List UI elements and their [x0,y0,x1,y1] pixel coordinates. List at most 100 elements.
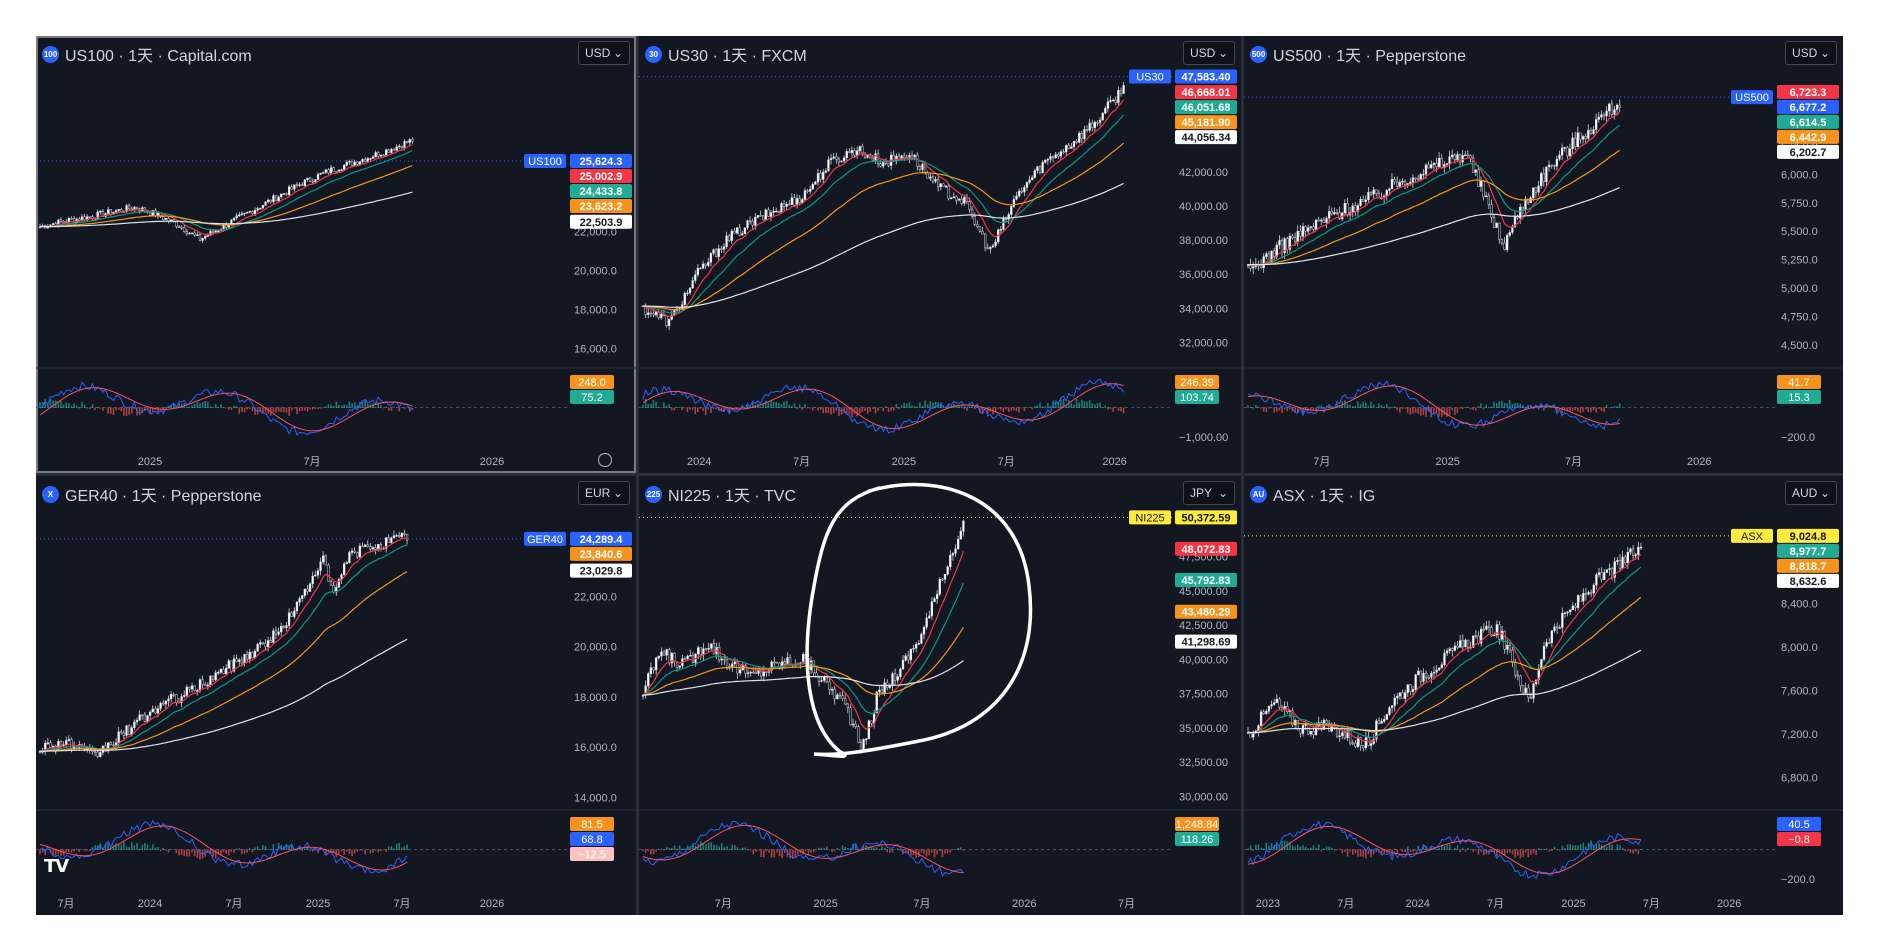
osc-histogram-bar [759,406,762,408]
chart-title[interactable]: X GER40 · 1天 · Pepperstone [42,482,262,506]
candle-body [844,698,847,705]
price-chart-svg[interactable]: 32,000.0034,000.0036,000.0038,000.0040,0… [639,36,1241,473]
candle-body [665,315,668,326]
osc-histogram-bar [1613,849,1616,850]
chart-panel-us100[interactable]: 100 US100 · 1天 · Capital.com USD ⌄ 16,000.0 1… [36,36,636,473]
currency-select[interactable]: AUD ⌄ [1785,481,1837,505]
osc-histogram-bar [1010,407,1013,411]
candle-body [1634,554,1637,556]
osc-histogram-bar [768,849,770,853]
price-chart-svg[interactable]: 4,500.04,750.05,000.05,250.05,500.05,750… [1244,36,1843,473]
candle-body [1529,697,1533,699]
price-chart-svg[interactable]: 14,000.016,000.018,000.020,000.022,000.0… [36,476,636,915]
candle-body [907,655,910,661]
osc-histogram-bar [1391,406,1393,408]
currency-select[interactable]: USD ⌄ [578,41,630,65]
candle-body [956,538,960,550]
osc-histogram-bar [372,849,374,853]
candle-body [1083,129,1086,140]
price-chart-svg[interactable]: 6,800.07,200.07,600.08,000.08,400.09,024… [1244,476,1843,915]
candle-body [660,314,663,319]
chart-panel-asx[interactable]: AU ASX · 1天 · IG AUD ⌄ 6,800.0 7,200.0 7,600.0… [1244,476,1843,915]
chart-panel-ger40[interactable]: X GER40 · 1天 · Pepperstone EUR ⌄ 14,000.0 16,… [36,476,636,915]
candle-body [1301,226,1305,237]
osc-tick-label: −1,000.00 [1179,432,1228,444]
currency-select[interactable]: USD ⌄ [1183,41,1235,65]
chart-panel-us30[interactable]: 30 US30 · 1天 · FXCM USD ⌄ 32,000.00 34,000.00… [639,36,1241,473]
currency-select[interactable]: EUR ⌄ [578,481,630,505]
osc-histogram-bar [1456,845,1459,850]
chart-title[interactable]: AU ASX · 1天 · IG [1250,482,1375,506]
y-tick-label: 5,250.0 [1781,255,1818,267]
candle-body [135,206,139,210]
candle-body [835,156,838,160]
candle-body [1343,202,1347,214]
osc-histogram-bar [676,407,678,408]
candle-body [356,161,359,165]
candle-body [335,170,338,173]
candle-body [922,627,926,635]
chart-title[interactable]: 225 NI225 · 1天 · TVC [645,482,796,506]
osc-histogram-bar [120,407,123,412]
candle-body [725,659,729,669]
currency-select[interactable]: USD ⌄ [1785,41,1837,65]
price-chart-svg[interactable]: 30,000.0032,500.0035,000.0037,500.0040,0… [639,476,1241,915]
osc-histogram-bar [668,847,671,850]
candle-body [1474,635,1478,638]
osc-histogram-bar [269,848,272,850]
candle-body [1500,630,1504,640]
candle-body [1639,546,1643,549]
chart-panel-us500[interactable]: 500 US500 · 1天 · Pepperstone USD ⌄ 4,500.0 4,… [1244,36,1843,473]
osc-histogram-bar [949,849,952,853]
ema-line-20 [1247,124,1621,266]
osc-histogram-bar [958,405,960,408]
price-label: 6,614.5 [1790,117,1827,129]
candle-body [1595,574,1598,586]
candle-body [838,694,842,697]
currency-select[interactable]: JPY ⌄ [1183,481,1235,505]
gear-icon[interactable] [598,453,612,467]
osc-histogram-bar [1372,404,1375,408]
chart-title[interactable]: 30 US30 · 1天 · FXCM [645,42,807,66]
chart-title[interactable]: 500 US500 · 1天 · Pepperstone [1250,42,1466,66]
y-tick-label: 5,500.0 [1781,226,1818,238]
osc-histogram-bar [715,845,718,850]
candle-body [921,164,924,170]
osc-histogram-bar [191,849,193,853]
x-tick-label: 2025 [813,898,837,910]
candle-body [1438,667,1441,671]
candle-body [1448,648,1451,652]
candle-body [274,630,278,635]
candle-body [332,167,335,172]
candle-body [256,644,259,652]
osc-histogram-bar [81,849,83,850]
osc-histogram-bar [778,403,780,408]
candle-body [851,723,855,726]
osc-histogram-bar [125,846,128,850]
osc-histogram-bar [283,407,285,413]
candle-body [991,245,995,248]
candle-body [201,237,204,241]
osc-histogram-bar [865,845,868,850]
osc-histogram-bar [348,849,351,855]
osc-histogram-bar [906,403,908,408]
candle-body [127,725,131,735]
candle-body [162,702,165,705]
osc-histogram-bar [1249,406,1252,408]
osc-label: −12.5 [578,849,606,861]
candle-body [782,203,786,207]
osc-histogram-bar [380,849,382,852]
chart-panel-ni225[interactable]: 225 NI225 · 1天 · TVC JPY ⌄ 30,000.00 32,500.0… [639,476,1241,915]
currency-value: JPY [1190,486,1213,500]
candle-body [295,601,299,612]
chart-title[interactable]: 100 US100 · 1天 · Capital.com [42,42,252,66]
osc-histogram-bar [926,404,929,408]
price-chart-svg[interactable]: 16,000.018,000.020,000.022,000.025,624.3… [36,36,636,473]
candle-body [1600,114,1603,118]
candle-body [314,574,317,577]
y-tick-label: 7,600.0 [1781,686,1818,698]
osc-histogram-bar [39,402,41,408]
osc-histogram-bar [858,407,861,414]
osc-histogram-bar [809,407,811,409]
osc-histogram-bar [689,407,691,410]
